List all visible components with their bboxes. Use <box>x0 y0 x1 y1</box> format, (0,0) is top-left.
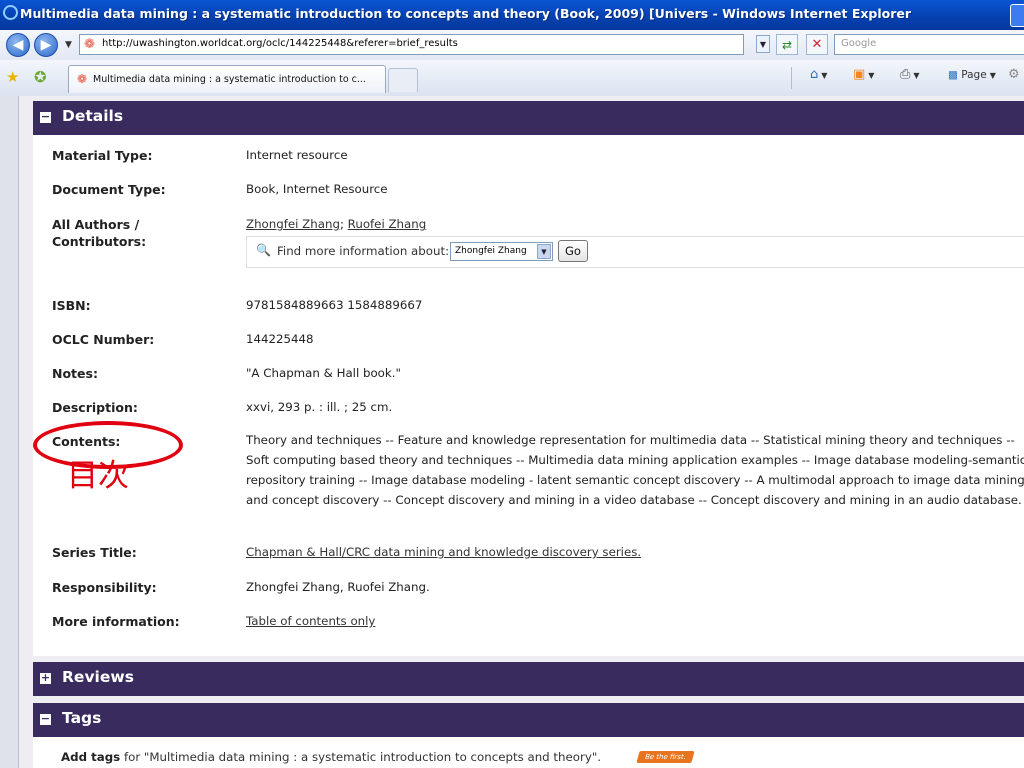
details-heading: Details <box>62 107 124 125</box>
address-dropdown-button[interactable]: ▼ <box>756 35 770 53</box>
magnifier-icon: 🔍 <box>256 243 271 257</box>
author-link[interactable]: Zhongfei Zhang <box>246 217 340 231</box>
back-arrow-icon: ◀ <box>12 37 24 53</box>
author-link[interactable]: Ruofei Zhang <box>348 217 427 231</box>
chevron-down-icon: ▼ <box>759 40 767 49</box>
field-label: Notes: <box>52 366 98 381</box>
page-content: − Details Material Type: Internet resour… <box>0 96 1024 768</box>
be-first-badge: Be the first. <box>636 751 695 763</box>
close-icon: ✕ <box>811 37 823 52</box>
search-input[interactable]: Google <box>834 34 1024 55</box>
recent-pages-dropdown[interactable]: ▼ <box>65 40 72 50</box>
window-title: Multimedia data mining : a systematic in… <box>20 6 912 21</box>
expand-icon[interactable]: + <box>40 672 51 684</box>
tools-menu-button[interactable]: ⚙ <box>1008 67 1020 82</box>
home-icon: ⌂ <box>810 67 819 82</box>
author-separator: ; <box>339 217 344 231</box>
new-tab-button[interactable] <box>388 68 418 92</box>
search-placeholder: Google <box>841 38 877 49</box>
field-value: xxvi, 293 p. : ill. ; 25 cm. <box>246 400 393 414</box>
field-value: Internet resource <box>246 148 348 162</box>
rss-feed-icon: ▣ <box>853 67 866 82</box>
collapse-icon[interactable]: − <box>40 713 51 725</box>
series-link[interactable]: Chapman & Hall/CRC data mining and knowl… <box>246 545 641 559</box>
author-select[interactable]: Zhongfei Zhang ▼ <box>450 242 553 261</box>
field-value: 144225448 <box>246 332 314 346</box>
find-more-box: 🔍 Find more information about: Zhongfei … <box>246 236 1024 268</box>
tab-toolbar: ★ ✪ ❁ Multimedia data mining : a systema… <box>0 60 1024 97</box>
favorites-star-icon[interactable]: ★ <box>6 68 19 86</box>
stop-button[interactable]: ✕ <box>806 34 828 55</box>
tab-current[interactable]: ❁ Multimedia data mining : a systematic … <box>68 65 386 93</box>
author-select-value: Zhongfei Zhang <box>455 246 527 256</box>
back-button[interactable]: ◀ <box>6 33 30 57</box>
address-input[interactable]: ❁ http://uwashington.worldcat.org/oclc/1… <box>79 34 744 55</box>
tags-section-header[interactable]: − Tags <box>33 703 1024 737</box>
add-tags-text: Add tags for "Multimedia data mining : a… <box>61 750 601 764</box>
refresh-button[interactable]: ⇄ <box>776 34 798 55</box>
address-url: http://uwashington.worldcat.org/oclc/144… <box>102 38 458 49</box>
add-tags-link[interactable]: Add tags <box>61 750 120 764</box>
gear-icon: ⚙ <box>1008 67 1020 82</box>
field-value: Book, Internet Resource <box>246 182 388 196</box>
field-label: Material Type: <box>52 148 153 163</box>
field-label: More information: <box>52 614 180 629</box>
page-icon: ▩ <box>948 69 958 81</box>
forward-button[interactable]: ▶ <box>34 33 58 57</box>
site-favicon-icon: ❁ <box>77 72 88 86</box>
forward-arrow-icon: ▶ <box>40 37 52 53</box>
chevron-down-icon: ▼ <box>868 71 875 80</box>
page-menu-label: Page <box>961 69 987 81</box>
field-value: Zhongfei Zhang, Ruofei Zhang. <box>246 580 430 594</box>
refresh-icon: ⇄ <box>781 38 793 52</box>
field-value: "A Chapman & Hall book." <box>246 366 401 380</box>
field-label: Description: <box>52 400 138 415</box>
chevron-down-icon: ▼ <box>913 71 920 80</box>
field-label: OCLC Number: <box>52 332 155 347</box>
collapse-icon[interactable]: − <box>40 111 51 123</box>
details-body: Material Type: Internet resource Documen… <box>33 135 1024 656</box>
details-section-header[interactable]: − Details <box>33 101 1024 135</box>
field-label: Responsibility: <box>52 580 157 595</box>
chevron-down-icon: ▼ <box>989 71 996 80</box>
annotation-text: 目次 <box>67 458 129 494</box>
printer-icon: ⎙ <box>900 67 911 82</box>
reviews-heading: Reviews <box>62 668 134 686</box>
minimize-button[interactable] <box>1010 4 1024 27</box>
tags-heading: Tags <box>62 709 102 727</box>
left-gutter <box>0 96 19 768</box>
field-label: All Authors / Contributors: <box>52 217 147 249</box>
print-button[interactable]: ⎙ ▼ <box>900 67 920 82</box>
add-favorites-icon[interactable]: ✪ <box>34 68 47 86</box>
chevron-down-icon: ▼ <box>537 244 551 259</box>
go-button[interactable]: Go <box>558 240 588 262</box>
site-favicon-icon: ❁ <box>84 37 95 52</box>
feeds-button[interactable]: ▣ ▼ <box>853 67 874 82</box>
field-label: Series Title: <box>52 545 137 560</box>
add-tags-rest: for "Multimedia data mining : a systemat… <box>123 750 602 764</box>
address-toolbar: ◀ ▶ ▼ ❁ http://uwashington.worldcat.org/… <box>0 30 1024 61</box>
chevron-down-icon: ▼ <box>821 71 828 80</box>
contents-value: Theory and techniques -- Feature and kno… <box>246 433 1024 507</box>
field-value: 9781584889663 1584889667 <box>246 298 423 312</box>
field-label: ISBN: <box>52 298 91 313</box>
find-more-label: Find more information about: <box>277 244 450 258</box>
toolbar-separator <box>791 67 792 89</box>
table-of-contents-link[interactable]: Table of contents only <box>246 614 375 628</box>
tags-body: Add tags for "Multimedia data mining : a… <box>33 737 1024 768</box>
window-title-bar: Multimedia data mining : a systematic in… <box>0 0 1024 30</box>
authors-value: Zhongfei Zhang; Ruofei Zhang <box>246 214 1024 234</box>
record-panel: − Details Material Type: Internet resour… <box>19 96 1024 768</box>
home-button[interactable]: ⌂ ▼ <box>810 67 827 82</box>
tab-title: Multimedia data mining : a systematic in… <box>93 74 366 85</box>
ie-logo-icon <box>3 5 18 20</box>
field-label: Document Type: <box>52 182 166 197</box>
reviews-section-header[interactable]: + Reviews <box>33 662 1024 696</box>
page-menu-button[interactable]: ▩ Page ▼ <box>948 69 996 81</box>
